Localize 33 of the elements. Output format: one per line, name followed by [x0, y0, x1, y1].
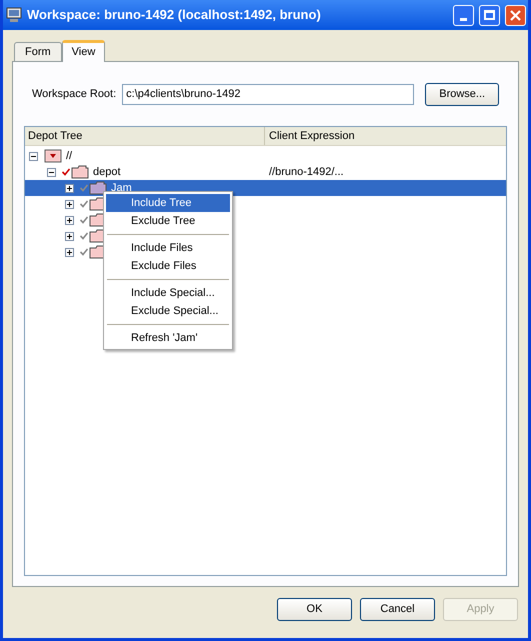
- tab[interactable]: View: [62, 40, 106, 62]
- collapse-icon[interactable]: [29, 152, 38, 160]
- dialog-button[interactable]: Cancel: [360, 598, 435, 621]
- close-icon[interactable]: [510, 10, 521, 20]
- expand-icon[interactable]: [65, 200, 74, 208]
- close-button[interactable]: [505, 4, 526, 26]
- window-title: Workspace: bruno-1492 (localhost:1492, bruno): [27, 6, 322, 24]
- expand-icon[interactable]: [65, 216, 74, 224]
- menu-item[interactable]: Include Special...: [106, 284, 230, 302]
- tab[interactable]: Form: [14, 42, 62, 61]
- selected-row[interactable]: Jam: [25, 180, 506, 196]
- tree-item-label[interactable]: depot: [93, 164, 121, 180]
- field-label: Workspace Root:: [32, 86, 116, 102]
- collapse-icon[interactable]: [47, 168, 56, 176]
- column-header[interactable]: Depot Tree: [25, 127, 265, 145]
- dialog-button[interactable]: OK: [277, 598, 352, 621]
- input-field[interactable]: c:\p4clients\bruno-1492: [122, 84, 414, 104]
- menu-item[interactable]: Include Tree: [106, 194, 230, 212]
- expand-icon[interactable]: [65, 232, 74, 240]
- tree-item-label[interactable]: //: [66, 148, 72, 164]
- computer-icon: [6, 7, 22, 23]
- column-header[interactable]: Client Expression: [265, 127, 506, 145]
- menu-item[interactable]: Refresh 'Jam': [106, 329, 230, 347]
- menu-item[interactable]: Include Files: [106, 239, 230, 257]
- menu-item[interactable]: Exclude Tree: [106, 212, 230, 230]
- maximize-button[interactable]: [479, 4, 500, 26]
- client-expression: //bruno-1492/...: [268, 164, 344, 180]
- menu-item[interactable]: Exclude Files: [106, 257, 230, 275]
- browse-button[interactable]: Browse...: [425, 82, 500, 106]
- expand-icon[interactable]: [65, 184, 74, 192]
- minimize-button[interactable]: [453, 4, 474, 26]
- menu-item[interactable]: Exclude Special...: [106, 302, 230, 320]
- expand-icon[interactable]: [65, 248, 74, 256]
